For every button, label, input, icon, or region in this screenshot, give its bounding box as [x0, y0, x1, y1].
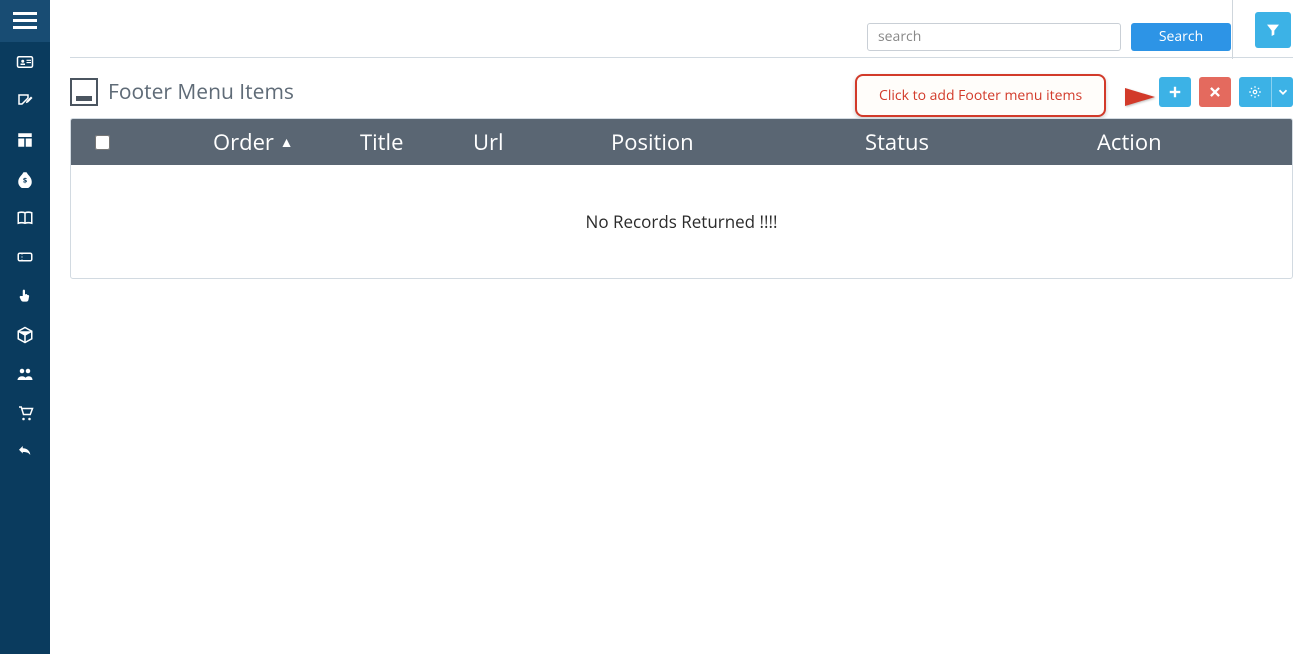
nav-item-money-bag[interactable]: $	[0, 159, 50, 198]
header-actions	[1159, 77, 1293, 107]
funnel-icon	[1265, 22, 1281, 38]
layout-icon	[16, 131, 34, 149]
column-header-select-all	[71, 135, 133, 150]
nav-item-ticket[interactable]	[0, 237, 50, 276]
select-all-checkbox[interactable]	[95, 135, 110, 150]
divider	[70, 57, 1293, 58]
hand-pointer-icon	[16, 287, 34, 305]
search-bar: Search	[50, 0, 1313, 59]
nav-toggle-button[interactable]	[0, 0, 50, 42]
shopping-cart-icon	[16, 404, 34, 422]
column-header-action: Action	[1085, 127, 1292, 157]
book-icon	[16, 209, 34, 227]
money-bag-icon: $	[16, 170, 34, 188]
column-header-title[interactable]: Title	[348, 127, 461, 157]
table-header-row: Order ▲ Title Url Position Status Action	[71, 119, 1292, 165]
chevron-down-icon	[1276, 85, 1290, 99]
package-icon	[16, 326, 34, 344]
table-body-empty: No Records Returned !!!!	[71, 165, 1292, 278]
column-header-status[interactable]: Status	[853, 127, 1085, 157]
plus-icon	[1168, 85, 1182, 99]
page-title: Footer Menu Items	[108, 78, 294, 106]
add-button[interactable]	[1159, 77, 1191, 107]
search-input[interactable]	[867, 23, 1121, 51]
filter-button[interactable]	[1255, 12, 1291, 48]
settings-button-group	[1239, 77, 1293, 107]
nav-item-edit-note[interactable]	[0, 81, 50, 120]
main-content: Search Footer Menu Items	[50, 0, 1313, 654]
close-icon	[1208, 85, 1222, 99]
nav-item-id-card[interactable]	[0, 42, 50, 81]
page-header: Footer Menu Items	[70, 73, 1293, 111]
nav-item-hand-pointer[interactable]	[0, 276, 50, 315]
footer-menu-icon	[70, 78, 98, 106]
people-icon	[16, 365, 34, 383]
settings-dropdown-button[interactable]	[1271, 77, 1293, 107]
sort-asc-icon: ▲	[280, 133, 294, 152]
column-header-url[interactable]: Url	[461, 127, 599, 157]
column-header-position[interactable]: Position	[599, 127, 853, 157]
settings-button[interactable]	[1239, 77, 1271, 107]
edit-note-icon	[16, 92, 34, 110]
data-table: Order ▲ Title Url Position Status Action…	[70, 118, 1293, 279]
delete-button[interactable]	[1199, 77, 1231, 107]
nav-item-layout[interactable]	[0, 120, 50, 159]
undo-icon	[16, 443, 34, 461]
nav-item-book[interactable]	[0, 198, 50, 237]
column-header-order[interactable]: Order ▲	[133, 127, 348, 157]
nav-item-undo[interactable]	[0, 432, 50, 471]
search-button[interactable]: Search	[1131, 23, 1231, 51]
add-callout-tooltip: Click to add Footer menu items	[855, 74, 1106, 117]
nav-item-package[interactable]	[0, 315, 50, 354]
gear-icon	[1248, 85, 1262, 99]
svg-text:$: $	[23, 175, 27, 185]
ticket-icon	[16, 248, 34, 266]
id-card-icon	[16, 53, 34, 71]
nav-item-shopping-cart[interactable]	[0, 393, 50, 432]
callout-arrow-icon	[1125, 88, 1155, 106]
nav-item-people[interactable]	[0, 354, 50, 393]
sidebar: $	[0, 0, 50, 654]
filter-panel-toggle	[1232, 0, 1313, 59]
hamburger-icon	[12, 12, 38, 30]
